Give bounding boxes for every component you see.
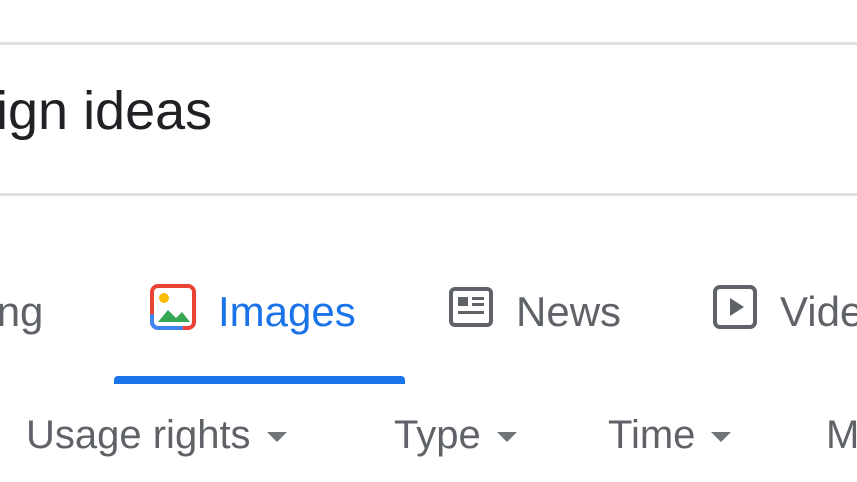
image-icon [150, 284, 196, 340]
caret-down-icon [266, 432, 287, 442]
search-query-text[interactable]: ign ideas [0, 84, 212, 138]
tab-images[interactable]: Images [150, 282, 356, 342]
tab-videos[interactable]: Vide [712, 282, 857, 342]
filter-time[interactable]: Time [608, 408, 732, 462]
tab-label: Images [218, 288, 356, 335]
caret-down-icon [711, 432, 732, 442]
search-results-header: ign ideas ping Images News [0, 0, 857, 482]
tab-label: ping [0, 288, 44, 335]
filter-label: Time [608, 412, 696, 457]
active-tab-indicator [114, 376, 405, 384]
news-icon [448, 286, 494, 338]
video-icon [712, 284, 758, 340]
filter-label: M [826, 412, 857, 457]
tab-label: News [516, 288, 622, 335]
filter-more[interactable]: M [826, 408, 857, 462]
filter-type[interactable]: Type [394, 408, 517, 462]
caret-down-icon [496, 432, 517, 442]
filter-label: Usage rights [26, 412, 251, 457]
filter-usage-rights[interactable]: Usage rights [26, 408, 287, 462]
tab-news[interactable]: News [448, 282, 621, 342]
tab-label: Vide [780, 288, 857, 335]
tab-shopping[interactable]: ping [0, 282, 43, 342]
filter-label: Type [394, 412, 481, 457]
